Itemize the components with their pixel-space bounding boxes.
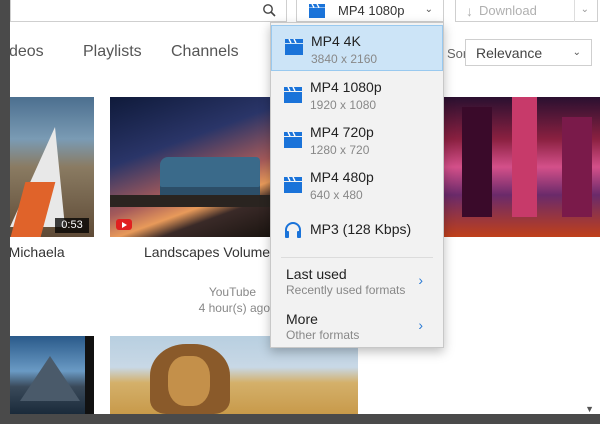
format-select-label: MP4 1080p	[338, 3, 405, 18]
video-clapper-icon	[284, 177, 302, 193]
app-window: MP4 1080p ⌄ ↓ Download ⌄ Videos Playlist…	[0, 0, 600, 424]
sort-select[interactable]: Relevance ⌄	[465, 39, 592, 66]
window-frame-left	[0, 0, 10, 424]
format-option-resolution: 1280 x 720	[310, 143, 370, 157]
search-icon[interactable]	[262, 3, 276, 17]
video-title[interactable]: Landscapes Volume 4	[144, 244, 270, 260]
menu-divider	[281, 257, 433, 258]
format-option-resolution: 640 x 480	[310, 188, 363, 202]
scroll-down-icon[interactable]: ▼	[585, 404, 594, 414]
last-used-detail: Recently used formats	[286, 283, 406, 297]
video-thumbnail[interactable]	[110, 97, 270, 237]
video-age: 4 hour(s) ago	[198, 301, 270, 315]
format-option-mp4-480p[interactable]: MP4 480p 640 x 480	[271, 164, 443, 208]
chevron-right-icon: ›	[418, 317, 423, 333]
format-option-label: MP4 1080p	[310, 79, 382, 95]
format-option-mp4-4k[interactable]: MP4 4K 3840 x 2160	[271, 25, 443, 71]
tab-channels[interactable]: Channels	[171, 43, 239, 61]
format-option-resolution: 3840 x 2160	[311, 52, 378, 66]
more-formats-item[interactable]: More Other formats ›	[271, 307, 443, 347]
chevron-right-icon: ›	[418, 272, 423, 288]
sort-select-value: Relevance	[476, 44, 543, 61]
divider	[574, 0, 575, 22]
format-select[interactable]: MP4 1080p ⌄	[296, 0, 444, 22]
video-thumbnail[interactable]	[10, 97, 94, 237]
last-used-formats-item[interactable]: Last used Recently used formats ›	[271, 262, 443, 304]
search-input[interactable]	[10, 0, 287, 22]
video-thumbnail[interactable]	[10, 336, 94, 414]
format-dropdown-menu: MP4 4K 3840 x 2160 MP4 1080p 1920 x 1080…	[270, 22, 444, 348]
format-option-mp3[interactable]: MP3 (128 Kbps)	[271, 211, 443, 249]
format-option-mp4-1080p[interactable]: MP4 1080p 1920 x 1080	[271, 74, 443, 118]
video-source: YouTube	[208, 285, 256, 299]
last-used-label: Last used	[286, 266, 347, 282]
video-thumbnail[interactable]	[442, 97, 600, 237]
window-frame-bottom	[0, 414, 600, 424]
headphones-icon	[285, 222, 301, 238]
video-clapper-icon	[284, 132, 302, 148]
video-clapper-icon	[309, 3, 325, 18]
format-option-mp4-720p[interactable]: MP4 720p 1280 x 720	[271, 119, 443, 163]
format-option-label: MP4 720p	[310, 124, 374, 140]
format-option-resolution: 1920 x 1080	[310, 98, 377, 112]
video-title[interactable]: -Michaela	[4, 244, 65, 260]
duration-badge: 0:53	[55, 218, 89, 233]
format-option-label: MP3 (128 Kbps)	[310, 221, 412, 237]
more-detail: Other formats	[286, 328, 360, 342]
download-button[interactable]: ↓ Download ⌄	[455, 0, 598, 22]
more-label: More	[286, 311, 318, 327]
chevron-down-icon: ⌄	[424, 4, 433, 15]
youtube-icon	[116, 219, 132, 230]
tab-playlists[interactable]: Playlists	[83, 43, 142, 61]
download-button-label: Download	[479, 3, 537, 18]
format-option-label: MP4 4K	[311, 33, 361, 49]
video-clapper-icon	[285, 39, 303, 55]
format-option-label: MP4 480p	[310, 169, 374, 185]
video-clapper-icon	[284, 87, 302, 103]
download-options-chevron-icon[interactable]: ⌄	[581, 4, 589, 15]
download-arrow-icon: ↓	[466, 2, 473, 19]
chevron-down-icon: ⌄	[572, 47, 581, 58]
